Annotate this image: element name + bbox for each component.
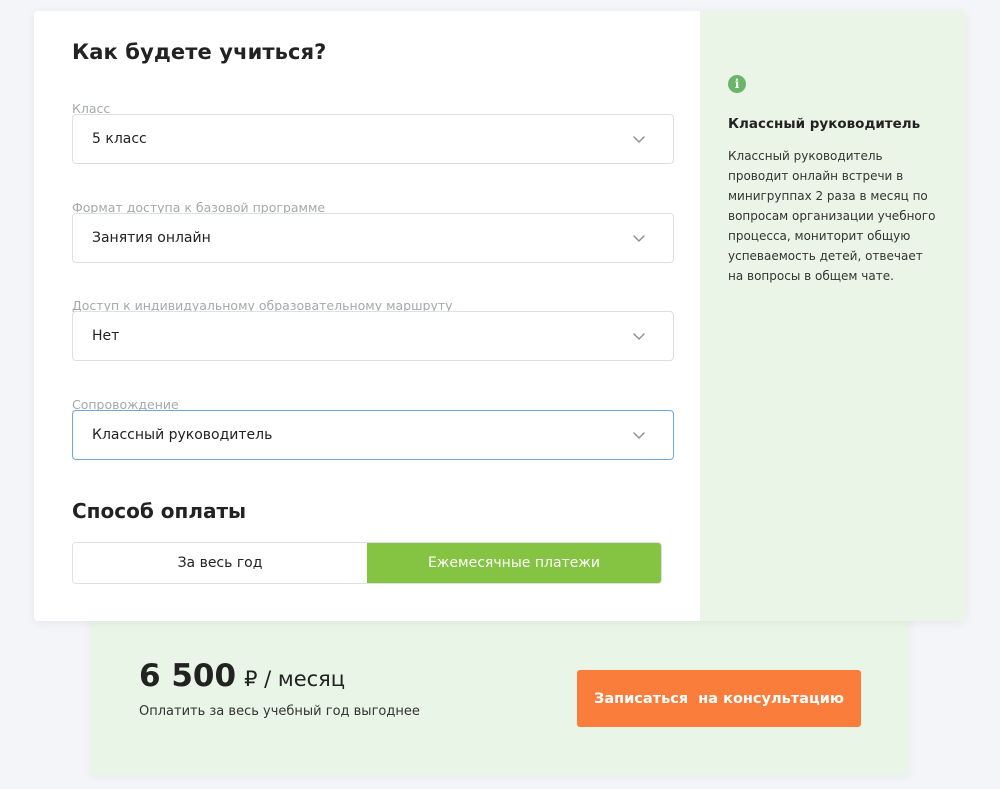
price-panel: 6 500 ₽ / месяц Оплатить за весь учебный… xyxy=(91,600,909,775)
chevron-down-icon xyxy=(633,432,645,439)
chevron-down-icon xyxy=(633,235,645,242)
access-format-select[interactable]: Занятия онлайн xyxy=(72,213,674,263)
info-title: Классный руководитель xyxy=(728,116,921,132)
course-config-card: Как будете учиться? Класс 5 класс Формат… xyxy=(34,11,966,621)
form-column: Как будете учиться? Класс 5 класс Формат… xyxy=(34,11,700,621)
price-unit: ₽ / месяц xyxy=(244,667,346,691)
class-select[interactable]: 5 класс xyxy=(72,114,674,164)
price-amount: 6 500 xyxy=(139,658,237,694)
class-select-value: 5 класс xyxy=(92,131,147,147)
payment-method-toggle: За весь год Ежемесячные платежи xyxy=(72,542,662,584)
consultation-signup-button[interactable]: Записаться на консультацию xyxy=(577,670,861,727)
price-display: 6 500 ₽ / месяц xyxy=(139,658,345,694)
chevron-down-icon xyxy=(633,333,645,340)
payment-option-yearly[interactable]: За весь год xyxy=(73,543,367,583)
info-panel: i Классный руководитель Классный руковод… xyxy=(700,11,966,621)
individual-route-select[interactable]: Нет xyxy=(72,311,674,361)
support-select[interactable]: Классный руководитель xyxy=(72,410,674,460)
form-title: Как будете учиться? xyxy=(72,40,327,64)
access-format-select-value: Занятия онлайн xyxy=(92,230,211,246)
payment-method-title: Способ оплаты xyxy=(72,499,247,523)
chevron-down-icon xyxy=(633,136,645,143)
individual-route-select-value: Нет xyxy=(92,328,120,344)
payment-option-monthly[interactable]: Ежемесячные платежи xyxy=(367,543,661,583)
info-description: Классный руководитель проводит онлайн вс… xyxy=(728,149,936,283)
support-select-value: Классный руководитель xyxy=(92,427,273,443)
price-note: Оплатить за весь учебный год выгоднее xyxy=(139,704,420,719)
info-icon: i xyxy=(728,75,746,93)
